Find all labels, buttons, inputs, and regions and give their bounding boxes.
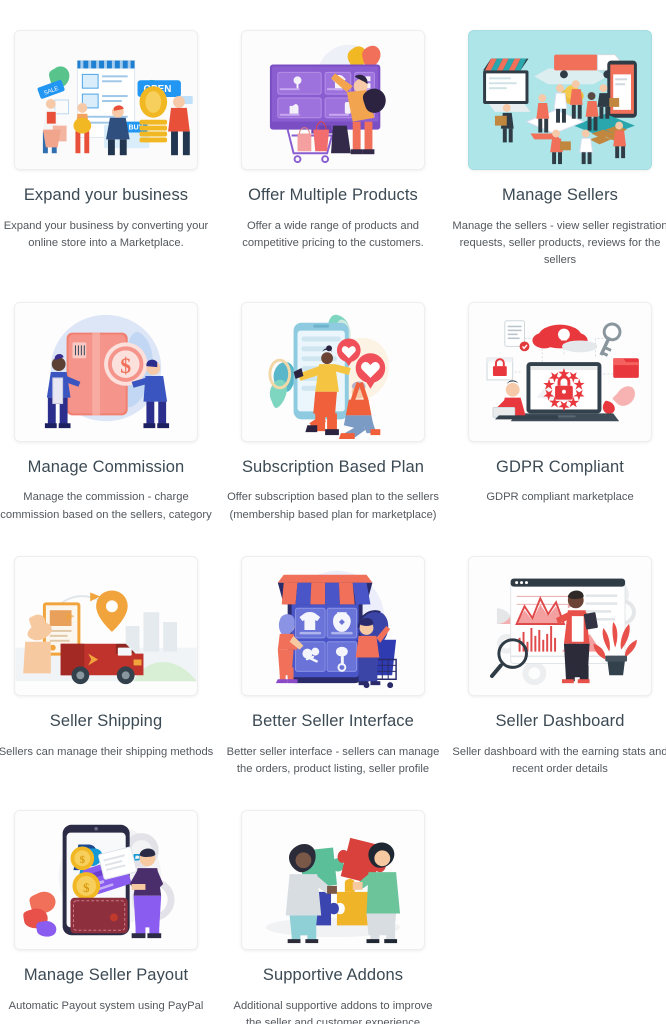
feature-card-offer-multiple-products[interactable]: Offer Multiple Products Offer a wide ran… xyxy=(227,30,439,270)
feature-card-seller-dashboard[interactable]: Seller Dashboard Seller dashboard with t… xyxy=(452,556,666,778)
feature-card-better-seller-interface[interactable]: Better Seller Interface Better seller in… xyxy=(227,556,439,778)
feature-description: Manage the commission - charge commissio… xyxy=(0,491,212,521)
feature-title: Offer Multiple Products xyxy=(248,186,418,204)
feature-card-manage-seller-payout[interactable]: Pay Pal $ $ xyxy=(0,810,212,1024)
svg-text:$: $ xyxy=(120,354,131,378)
feature-card-expand-your-business[interactable]: OPEN SALE BUY Expand your business Expan… xyxy=(0,30,212,270)
feature-description: Expand your business by converting your … xyxy=(3,219,209,249)
svg-text:$: $ xyxy=(83,881,90,895)
feature-thumbnail-monitor-product-grid-shopping-cart[interactable] xyxy=(241,30,425,170)
feature-description: Additional supportive addons to improve … xyxy=(233,1000,433,1024)
feature-description: Manage the sellers - view seller registr… xyxy=(452,219,666,267)
feature-card-subscription-based-plan[interactable]: Subscription Based Plan Offer subscripti… xyxy=(227,301,439,524)
feature-description: Sellers can manage their shipping method… xyxy=(0,745,214,758)
feature-description: Offer subscription based plan to the sel… xyxy=(227,491,439,521)
feature-title: Seller Dashboard xyxy=(495,712,625,731)
feature-title: Better Seller Interface xyxy=(252,712,414,731)
feature-description: Offer a wide range of products and compe… xyxy=(242,219,424,249)
feature-thumbnail-analytics-dashboard-charts-presenter[interactable] xyxy=(468,556,652,697)
feature-thumbnail-puzzle-pieces-collaboration[interactable] xyxy=(241,810,425,951)
feature-thumbnail-marketplace-shoppers-storefront[interactable]: OPEN SALE BUY xyxy=(14,30,198,170)
feature-title: Manage Commission xyxy=(27,457,185,476)
feature-thumbnail-isometric-sellers-marketplace[interactable] xyxy=(468,30,652,170)
features-grid: OPEN SALE BUY Expand your business Expan… xyxy=(0,0,666,1024)
feature-thumbnail-package-dollar-coin-two-people[interactable]: $ xyxy=(14,301,198,442)
row-gap xyxy=(0,270,666,302)
feature-card-seller-shipping[interactable]: Seller Shipping Sellers can manage their… xyxy=(0,556,214,778)
feature-card-manage-commission[interactable]: $ Manage Commission Manage the commissio… xyxy=(0,301,212,524)
row-gap xyxy=(0,524,666,556)
feature-card-gdpr-compliant[interactable]: GDPR Compliant GDPR compliant marketplac… xyxy=(454,301,666,524)
feature-thumbnail-paypal-phone-wallet-coins[interactable]: Pay Pal $ $ xyxy=(14,810,198,951)
feature-description: Better seller interface - sellers can ma… xyxy=(226,745,440,776)
feature-title: GDPR Compliant xyxy=(496,457,624,476)
feature-thumbnail-mobile-storefront-awning-shoppers[interactable] xyxy=(241,556,425,697)
feature-card-manage-sellers[interactable]: Manage Sellers Manage the sellers - view… xyxy=(452,30,666,270)
feature-thumbnail-delivery-van-location-pin-hand-tablet[interactable] xyxy=(14,556,198,697)
feature-title: Manage Sellers xyxy=(501,186,619,204)
feature-card-supportive-addons[interactable]: Supportive Addons Additional supportive … xyxy=(227,810,439,1024)
feature-title: Subscription Based Plan xyxy=(241,457,425,476)
row-gap xyxy=(0,778,666,810)
feature-description: GDPR compliant marketplace xyxy=(486,491,634,504)
feature-title: Manage Seller Payout xyxy=(23,966,189,985)
feature-description: Automatic Payout system using PayPal xyxy=(8,1000,204,1013)
feature-thumbnail-smartphone-heart-likes-people[interactable] xyxy=(241,301,425,442)
feature-thumbnail-laptop-padlock-eu-stars-security[interactable] xyxy=(468,301,652,442)
feature-title: Supportive Addons xyxy=(262,966,404,985)
svg-text:$: $ xyxy=(80,855,86,867)
feature-title: Expand your business xyxy=(23,186,189,204)
feature-description: Seller dashboard with the earning stats … xyxy=(452,745,666,776)
feature-title: Seller Shipping xyxy=(49,712,163,731)
